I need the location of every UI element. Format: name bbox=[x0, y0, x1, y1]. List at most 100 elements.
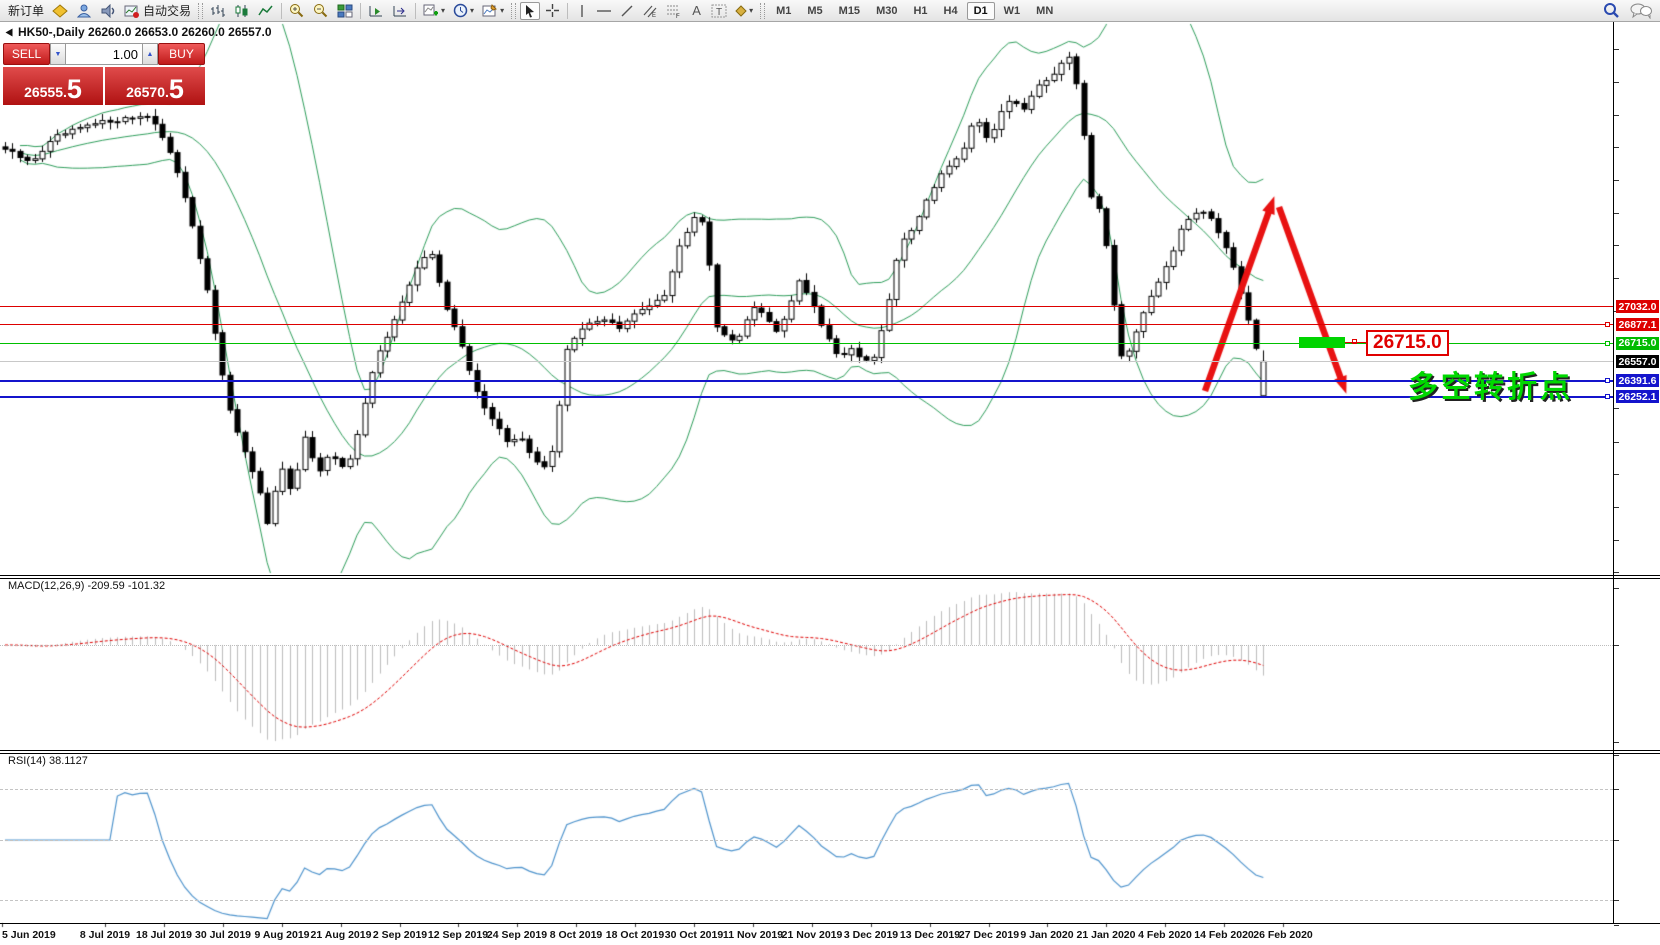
chart-title: HK50-,Daily 26260.0 26653.0 26260.0 2655… bbox=[18, 25, 272, 39]
new-order-button[interactable]: 新订单 bbox=[5, 2, 47, 20]
zoom-out-icon[interactable] bbox=[310, 2, 332, 20]
rsi-level-80 bbox=[0, 789, 1613, 790]
timeframe-m15[interactable]: M15 bbox=[832, 2, 867, 20]
green-marker-rect[interactable] bbox=[1299, 337, 1345, 348]
callout-connector bbox=[1345, 342, 1366, 343]
zoom-in-icon[interactable] bbox=[286, 2, 308, 20]
chart-shift-icon[interactable] bbox=[389, 2, 411, 20]
market-watch-icon[interactable] bbox=[49, 2, 71, 20]
trend-line-tool[interactable] bbox=[617, 2, 637, 20]
price-callout[interactable]: 26715.0 bbox=[1366, 330, 1449, 356]
time-axis-line bbox=[0, 923, 1660, 924]
time-label: 8 Oct 2019 bbox=[549, 929, 603, 941]
timeframe-mn[interactable]: MN bbox=[1029, 2, 1060, 20]
timeframe-h4[interactable]: H4 bbox=[937, 2, 965, 20]
text-label-tool[interactable]: T bbox=[708, 2, 730, 20]
time-label: 26 Feb 2020 bbox=[1253, 929, 1313, 941]
time-label: 9 Jan 2020 bbox=[1020, 929, 1074, 941]
main-toolbar: 新订单 自动交易 ▾ ▾ ▾ E F A T ▾ M1 M5 M15 M30 H… bbox=[0, 0, 1660, 22]
hline-27032.0[interactable] bbox=[0, 306, 1613, 308]
cursor-tool[interactable] bbox=[520, 1, 541, 20]
timeframe-toolbar: M1 M5 M15 M30 H1 H4 D1 W1 MN bbox=[768, 1, 1061, 20]
hline-26391.6[interactable] bbox=[0, 379, 1613, 382]
hline-26877.1[interactable] bbox=[0, 324, 1613, 326]
toolbar-separator bbox=[567, 2, 569, 19]
line-handle-26391.6[interactable] bbox=[1605, 378, 1610, 384]
line-handle-26252.1[interactable] bbox=[1605, 394, 1610, 400]
panel-separator bbox=[0, 753, 1660, 754]
macd-panel[interactable] bbox=[0, 579, 1613, 750]
svg-text:T: T bbox=[716, 7, 722, 18]
time-label: 12 Sep 2019 bbox=[427, 929, 489, 941]
one-click-trade-panel: SELL ▼ ▲ BUY 26555.5 26570.5 bbox=[3, 43, 205, 105]
periods-icon[interactable]: ▾ bbox=[450, 2, 477, 20]
timeframe-h1[interactable]: H1 bbox=[906, 2, 934, 20]
price-axis[interactable] bbox=[1613, 22, 1660, 923]
time-label: 21 Aug 2019 bbox=[310, 929, 372, 941]
toolbar-grip bbox=[760, 2, 766, 19]
indicators-icon[interactable]: ▾ bbox=[420, 2, 448, 20]
price-box-26557.0: 26557.0 bbox=[1616, 355, 1659, 368]
line-handle-26715.0[interactable] bbox=[1605, 340, 1610, 346]
fibonacci-tool[interactable]: F bbox=[663, 2, 685, 20]
templates-icon[interactable]: ▾ bbox=[479, 2, 507, 20]
time-label: 5 Jun 2019 bbox=[2, 929, 56, 941]
volume-input[interactable] bbox=[66, 43, 142, 65]
volume-increase-button[interactable]: ▲ bbox=[142, 43, 158, 65]
buy-price-panel[interactable]: 26570. 5 bbox=[105, 67, 205, 105]
main-chart-area[interactable] bbox=[0, 22, 1613, 575]
timeframe-m5[interactable]: M5 bbox=[800, 2, 829, 20]
toolbar-separator bbox=[281, 2, 283, 19]
buy-button[interactable]: BUY bbox=[158, 43, 205, 65]
hline-26557.0[interactable] bbox=[0, 361, 1613, 362]
rsi-panel[interactable] bbox=[0, 753, 1613, 923]
svg-text:F: F bbox=[676, 14, 680, 18]
chart-title-row: HK50-,Daily 26260.0 26653.0 26260.0 2655… bbox=[5, 25, 272, 39]
price-box-26715.0: 26715.0 bbox=[1616, 336, 1659, 350]
price-box-26252.1: 26252.1 bbox=[1616, 390, 1659, 404]
text-tool[interactable]: A bbox=[687, 2, 706, 20]
crosshair-tool[interactable] bbox=[542, 2, 563, 20]
timeframe-m30[interactable]: M30 bbox=[869, 2, 904, 20]
time-label: 27 Dec 2019 bbox=[958, 929, 1020, 941]
toolbar-separator bbox=[415, 2, 417, 19]
equidistant-channel-tool[interactable]: E bbox=[639, 2, 661, 20]
search-icon[interactable] bbox=[1603, 2, 1620, 24]
line-chart-icon[interactable] bbox=[255, 2, 277, 20]
candlestick-chart-icon[interactable] bbox=[231, 2, 253, 20]
indicators-dropdown-caret: ▾ bbox=[441, 6, 446, 15]
auto-scroll-icon[interactable] bbox=[365, 2, 387, 20]
sell-button[interactable]: SELL bbox=[3, 43, 50, 65]
time-label: 18 Oct 2019 bbox=[605, 929, 665, 941]
cn-annotation[interactable]: 多空转折点 bbox=[1408, 362, 1573, 406]
toolbar-separator bbox=[360, 2, 362, 19]
price-box-27032.0: 27032.0 bbox=[1616, 300, 1659, 314]
price-axis-line bbox=[1613, 22, 1614, 923]
timeframe-d1[interactable]: D1 bbox=[966, 1, 995, 20]
chat-icon[interactable] bbox=[1630, 3, 1652, 24]
tile-windows-icon[interactable] bbox=[334, 2, 356, 20]
timeframe-w1[interactable]: W1 bbox=[997, 2, 1028, 20]
horizontal-line-tool[interactable] bbox=[593, 2, 615, 20]
auto-trading-button[interactable]: 自动交易 bbox=[121, 2, 194, 20]
time-label: 21 Nov 2019 bbox=[781, 929, 843, 941]
arrows-tool[interactable]: ▾ bbox=[732, 2, 756, 20]
time-label: 18 Jul 2019 bbox=[135, 929, 193, 941]
line-handle-26877.1[interactable] bbox=[1605, 322, 1610, 328]
vertical-line-tool[interactable] bbox=[572, 2, 591, 20]
signals-icon[interactable] bbox=[97, 2, 119, 20]
time-label: 4 Feb 2020 bbox=[1138, 929, 1192, 941]
macd-zero-line bbox=[0, 645, 1613, 646]
macd-label: MACD(12,26,9) -209.59 -101.32 bbox=[8, 580, 166, 592]
timeframe-m1[interactable]: M1 bbox=[769, 2, 798, 20]
sell-price-panel[interactable]: 26555. 5 bbox=[3, 67, 103, 105]
panel-separator[interactable] bbox=[0, 750, 1660, 751]
volume-decrease-button[interactable]: ▼ bbox=[50, 43, 66, 65]
bar-chart-icon[interactable] bbox=[207, 2, 229, 20]
buy-price-fraction: 5 bbox=[168, 74, 184, 104]
hline-26252.1[interactable] bbox=[0, 395, 1613, 398]
navigator-icon[interactable] bbox=[73, 2, 95, 20]
periods-dropdown-caret: ▾ bbox=[470, 6, 475, 15]
panel-separator[interactable] bbox=[0, 575, 1660, 576]
time-label: 11 Nov 2019 bbox=[722, 929, 784, 941]
